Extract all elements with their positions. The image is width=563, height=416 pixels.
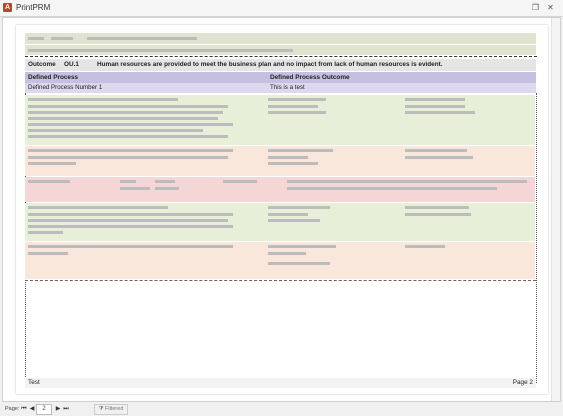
illegible-text <box>268 245 336 248</box>
defined-process-label: Defined Process <box>28 74 79 81</box>
illegible-text <box>28 135 228 138</box>
illegible-text <box>405 98 465 101</box>
defined-process-outcome-label: Defined Process Outcome <box>270 74 350 81</box>
illegible-text <box>28 219 228 222</box>
page-footer: Test Page 2 <box>25 378 536 388</box>
practice-section-1 <box>25 95 535 145</box>
illegible-text <box>268 149 333 152</box>
illegible-text <box>28 245 233 248</box>
illegible-text <box>28 231 63 234</box>
illegible-text <box>405 213 471 216</box>
illegible-text <box>268 213 308 216</box>
footer-left-text: Test <box>28 379 40 386</box>
illegible-text <box>405 206 469 209</box>
vertical-scrollbar[interactable] <box>551 18 560 401</box>
outcome-code: OU.1 <box>64 61 79 68</box>
print-preview-window: A PrintPRM ❐ ✕ Outcome OU.1 Human resour… <box>0 0 563 416</box>
illegible-text <box>405 105 465 108</box>
illegible-text <box>28 105 228 108</box>
outcome-label: Outcome <box>28 61 56 68</box>
assessment-row <box>25 177 535 202</box>
illegible-text <box>51 37 73 40</box>
illegible-text <box>268 252 306 255</box>
illegible-text <box>405 149 467 152</box>
illegible-text <box>28 123 233 126</box>
window-title: PrintPRM <box>16 3 51 12</box>
illegible-text <box>87 37 197 40</box>
preview-area[interactable]: Outcome OU.1 Human resources are provide… <box>2 17 561 402</box>
illegible-text <box>28 162 76 165</box>
illegible-text <box>28 149 233 152</box>
page-number-input[interactable]: 2 <box>36 404 52 415</box>
outcome-row: Outcome OU.1 Human resources are provide… <box>25 59 536 71</box>
illegible-text <box>120 180 136 183</box>
illegible-text <box>28 180 70 183</box>
illegible-text <box>155 180 175 183</box>
practice-section-2 <box>25 203 535 241</box>
section-end-divider <box>25 280 536 281</box>
next-page-icon[interactable]: ▶ <box>54 405 62 413</box>
header-divider <box>25 56 537 57</box>
illegible-text <box>268 156 308 159</box>
illegible-text <box>223 180 257 183</box>
page-label: Page: <box>5 406 20 412</box>
illegible-text <box>405 245 445 248</box>
defined-process-outcome-value: This is a test <box>270 84 305 91</box>
defined-process-number: Defined Process Number 1 <box>28 84 103 91</box>
illegible-text <box>28 117 218 120</box>
close-icon[interactable]: ✕ <box>545 2 556 13</box>
illegible-text <box>268 219 320 222</box>
illegible-text <box>28 206 168 209</box>
report-page: Outcome OU.1 Human resources are provide… <box>16 25 548 394</box>
access-app-icon: A <box>3 3 12 12</box>
work-product-section-1 <box>25 146 535 176</box>
illegible-text <box>268 105 318 108</box>
illegible-text <box>120 187 150 190</box>
first-page-icon[interactable]: ⏮ <box>20 405 28 413</box>
illegible-text <box>28 98 178 101</box>
defined-process-header: Defined Process Defined Process Outcome <box>25 72 536 83</box>
illegible-text <box>28 156 228 159</box>
illegible-text <box>268 262 330 265</box>
filter-icon: ⧩ <box>98 406 104 412</box>
illegible-text <box>28 213 233 216</box>
outcome-text: Human resources are provided to meet the… <box>97 61 443 68</box>
record-navigation-bar: Page: ⏮ ◀ 2 ▶ ⏭ ⧩ Filtered <box>2 403 561 415</box>
footer-page-number: Page 2 <box>512 379 533 386</box>
restore-icon[interactable]: ❐ <box>530 2 541 13</box>
previous-page-icon[interactable]: ◀ <box>28 405 36 413</box>
illegible-text <box>268 162 318 165</box>
illegible-text <box>28 252 68 255</box>
title-bar: A PrintPRM ❐ ✕ <box>0 0 563 17</box>
illegible-text <box>287 187 497 190</box>
last-page-icon[interactable]: ⏭ <box>62 405 70 413</box>
illegible-text <box>155 187 179 190</box>
illegible-text <box>28 225 233 228</box>
filtered-label: Filtered <box>105 406 124 412</box>
illegible-text <box>287 180 527 183</box>
illegible-text <box>28 111 223 114</box>
illegible-text <box>268 111 326 114</box>
illegible-text <box>28 37 44 40</box>
illegible-text <box>268 98 326 101</box>
illegible-text <box>28 49 293 52</box>
filter-toggle-button[interactable]: ⧩ Filtered <box>94 404 128 415</box>
report-subheader-row <box>25 45 536 55</box>
illegible-text <box>405 111 475 114</box>
illegible-text <box>28 129 203 132</box>
report-header-row <box>25 33 536 44</box>
illegible-text <box>268 206 330 209</box>
illegible-text <box>405 156 473 159</box>
work-product-section-2 <box>25 242 535 279</box>
defined-process-values: Defined Process Number 1 This is a test <box>25 83 536 93</box>
